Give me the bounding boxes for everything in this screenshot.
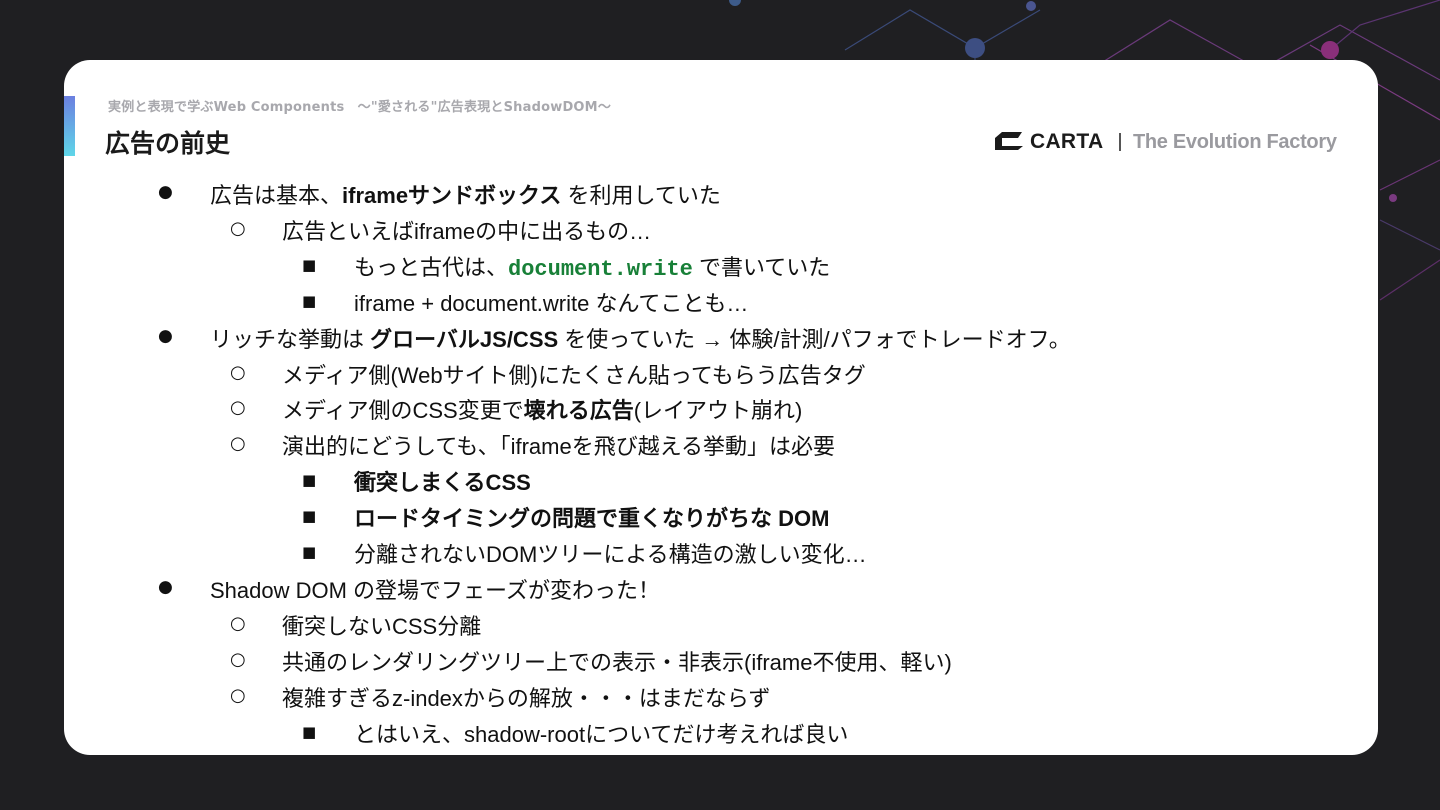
bullet-marker-level-3: ■ (302, 543, 317, 561)
list-item: 広告といえばiframeの中に出るもの… (282, 214, 651, 244)
bullet-marker-level-3: ■ (302, 507, 317, 526)
bullet-marker-level-3: ■ (302, 291, 317, 310)
bullet-marker-level-2: ○ (230, 612, 246, 634)
item-text: 衝突しないCSS分離 (282, 613, 482, 639)
item-text: 複雑すぎるz-indexからの解放・・・はまだならず (282, 685, 771, 711)
bullet-marker-level-1: ● (158, 182, 173, 202)
list-item: とはいえ、shadow-rootについてだけ考えれば良い (354, 717, 848, 747)
list-item: 分離されないDOMツリーによる構造の激しい変化… (354, 537, 867, 567)
bold-text: 壊れる広告 (523, 398, 634, 424)
carta-logo-mark-icon (995, 132, 1023, 150)
list-item: メディア側のCSS変更で壊れる広告(レイアウト崩れ) (282, 393, 802, 423)
item-text: iframe + document.write なんてことも… (354, 290, 749, 316)
bullet-marker-level-2: ○ (230, 361, 246, 383)
carta-logo: CARTA The Evolution Factory (992, 126, 1337, 158)
slide-title: 広告の前史 (105, 129, 231, 158)
logo-name: CARTA (1030, 130, 1104, 153)
item-text: もっと古代は、 (354, 254, 509, 280)
item-text: を利用していた (561, 183, 721, 208)
item-text: メディア側(Webサイト側)にたくさん貼ってもらう広告タグ (282, 362, 866, 388)
item-text: 共通のレンダリングツリー上での表示・非表示(iframe不使用、軽い) (282, 649, 952, 675)
bold-text: ロードタイミングの問題で重くなりがちな DOM (354, 506, 830, 532)
list-item: メディア側(Webサイト側)にたくさん貼ってもらう広告タグ (282, 358, 866, 388)
list-item: 複雑すぎるz-indexからの解放・・・はまだならず (282, 681, 770, 711)
list-item: 演出的にどうしても、「iframeを飛び越える挙動」は必要 (282, 429, 835, 459)
bullet-marker-level-2: ○ (230, 433, 246, 455)
list-item: iframe + document.write なんてことも… (354, 286, 748, 316)
item-text: 広告は基本、 (210, 183, 343, 208)
item-text: を使っていた → 体験/計測/パフォでトレードオフ。 (558, 326, 1071, 352)
slide-card: 実例と表現で学ぶWeb Components 〜"愛される"広告表現とShado… (64, 60, 1378, 755)
bold-text: iframeサンドボックス (342, 183, 562, 208)
bullet-marker-level-2: ○ (230, 648, 246, 670)
bullet-marker-level-1: ● (158, 576, 173, 597)
item-text: とはいえ、shadow-rootについてだけ考えれば良い (354, 721, 849, 747)
bullet-marker-level-3: ■ (302, 722, 317, 741)
list-item: 衝突しまくるCSS (354, 465, 531, 495)
item-text: 分離されないDOMツリーによる構造の激しい変化… (354, 542, 867, 567)
list-item: Shadow DOM の登場でフェーズが変わった！ (210, 573, 660, 603)
bullet-marker-level-3: ■ (302, 471, 317, 490)
item-text: メディア側のCSS変更で (282, 398, 524, 424)
item-text: で書いていた (692, 254, 831, 280)
bullet-marker-level-3: ■ (302, 255, 317, 274)
list-item: 広告は基本、iframeサンドボックス を利用していた (210, 178, 721, 208)
bold-text: グローバルJS/CSS (370, 326, 559, 352)
list-item: もっと古代は、document.write で書いていた (354, 250, 831, 282)
list-item: ロードタイミングの問題で重くなりがちな DOM (354, 501, 829, 531)
bullet-marker-level-2: ○ (230, 684, 246, 706)
bullet-marker-level-2: ○ (230, 397, 246, 419)
bold-text: 衝突しまくるCSS (354, 470, 531, 496)
item-text: 演出的にどうしても、「iframeを飛び越える挙動」は必要 (282, 434, 836, 460)
logo-divider (1119, 133, 1121, 151)
inline-code: document.write (508, 256, 693, 282)
list-item: 共通のレンダリングツリー上での表示・非表示(iframe不使用、軽い) (282, 645, 952, 675)
logo-tagline: The Evolution Factory (1132, 130, 1337, 153)
slide-subtitle: 実例と表現で学ぶWeb Components 〜"愛される"広告表現とShado… (108, 100, 612, 115)
title-accent-bar (64, 96, 75, 156)
bullet-marker-level-1: ● (158, 325, 173, 346)
list-item: リッチな挙動は グローバルJS/CSS を使っていた → 体験/計測/パフォでト… (210, 322, 1071, 352)
item-text: 広告といえばiframeの中に出るもの… (282, 218, 652, 244)
item-text: リッチな挙動は (210, 326, 371, 352)
bullet-marker-level-2: ○ (230, 217, 246, 239)
item-text: (レイアウト崩れ) (633, 398, 803, 424)
item-text: Shadow DOM の登場でフェーズが変わった！ (210, 577, 660, 603)
list-item: 衝突しないCSS分離 (282, 609, 481, 639)
